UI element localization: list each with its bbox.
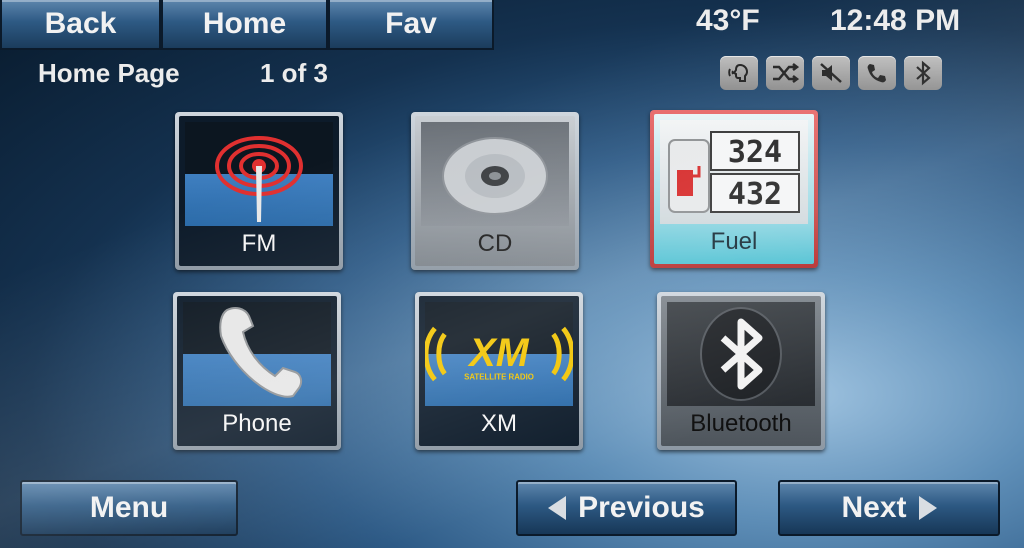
bluetooth-icon [904,56,942,90]
next-button[interactable]: Next [778,480,1000,536]
status-icon-bar [720,56,942,90]
voice-icon [720,56,758,90]
xm-logo-text: XM [467,331,529,375]
fm-tile-body: FM [179,116,339,266]
cd-tile-body: CD [415,116,575,266]
bluetooth-label: Bluetooth [690,410,792,437]
menu-button[interactable]: Menu [20,480,238,536]
next-label: Next [841,491,907,524]
cd-label: CD [477,230,513,257]
outside-temperature: 43°F [696,4,760,37]
fuel-icon: 324 432 [660,120,808,224]
menu-label: Menu [89,491,169,524]
xm-tile-body: XM SATELLITE RADIO XM [419,296,579,446]
page-title: Home Page [38,58,180,88]
home-button[interactable]: Home [161,0,328,50]
home-label: Home [202,7,287,40]
fm-tile[interactable]: FM [175,112,343,270]
phone-label: Phone [222,410,292,437]
fuel-readout-top: 324 [728,135,782,170]
phone-handset-icon [183,302,331,406]
arrow-right-icon [918,496,937,520]
cd-tile[interactable]: CD [411,112,579,270]
fav-button[interactable]: Fav [328,0,494,50]
fm-label: FM [241,230,277,257]
xm-tile[interactable]: XM SATELLITE RADIO XM [415,292,583,450]
infotainment-screen: Back Home Fav 43°F 12:48 PM Home Page 1 … [0,0,1024,548]
fuel-readout-bottom: 432 [728,177,782,212]
xm-logo-icon: XM SATELLITE RADIO [425,302,573,406]
xm-label: XM [481,410,517,437]
fuel-label: Fuel [710,228,758,255]
cd-icon [421,122,569,226]
phone-tile[interactable]: Phone [173,292,341,450]
xm-logo-subtext: SATELLITE RADIO [464,373,534,382]
page-indicator: 1 of 3 [260,58,328,88]
fuel-tile[interactable]: 324 432 Fuel [650,110,818,268]
previous-label: Previous [578,491,705,524]
mute-icon [812,56,850,90]
radio-tower-icon [185,122,333,226]
arrow-left-icon [548,496,567,520]
fuel-tile-body: 324 432 Fuel [654,114,814,264]
phone-tile-body: Phone [177,296,337,446]
phone-icon [858,56,896,90]
back-label: Back [44,7,117,40]
back-button[interactable]: Back [0,0,161,50]
bluetooth-icon [667,302,815,406]
bluetooth-tile[interactable]: Bluetooth [657,292,825,450]
previous-button[interactable]: Previous [516,480,737,536]
bluetooth-tile-body: Bluetooth [661,296,821,446]
shuffle-icon [766,56,804,90]
fav-label: Fav [385,7,437,40]
clock: 12:48 PM [830,4,961,37]
